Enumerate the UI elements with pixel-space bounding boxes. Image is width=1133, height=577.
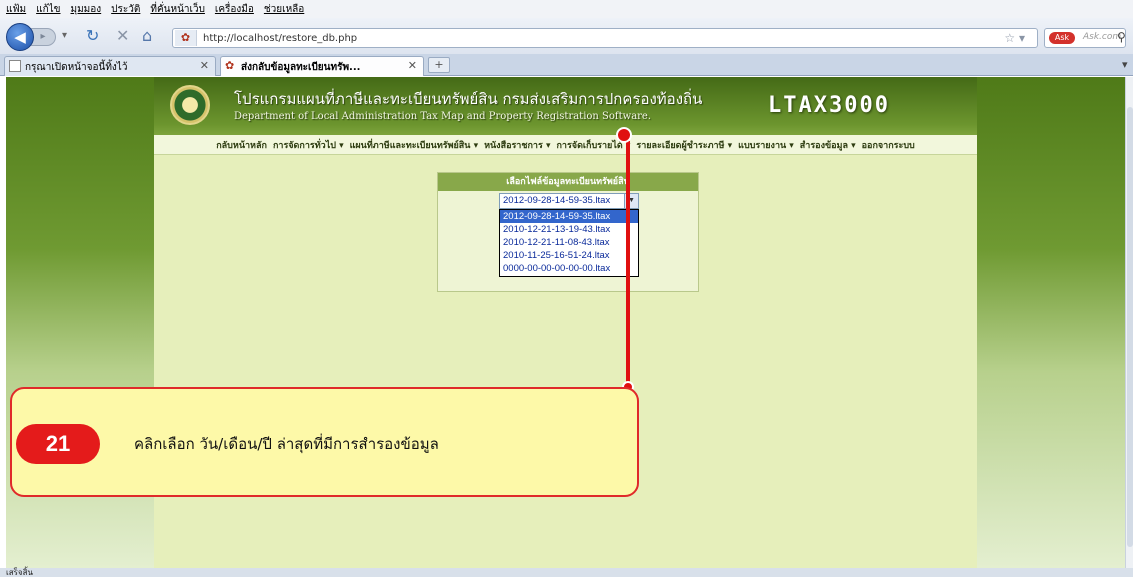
nav-logout[interactable]: ออกจากระบบ bbox=[862, 138, 915, 152]
scrollbar-thumb[interactable] bbox=[1127, 107, 1133, 547]
history-dropdown-icon[interactable]: ▾ bbox=[62, 27, 67, 45]
dropdown-option[interactable]: 2012-09-28-14-59-35.ltax bbox=[500, 210, 638, 223]
site-favicon-icon: ✿ bbox=[225, 59, 235, 72]
menu-tools[interactable]: เครื่องมือ bbox=[215, 2, 254, 17]
instruction-text: คลิกเลือก วัน/เดือน/ปี ล่าสุดที่มีการสำร… bbox=[134, 435, 439, 453]
tab-close-icon[interactable]: ✕ bbox=[200, 59, 209, 72]
menu-bookmarks[interactable]: ที่คั่นหน้าเว็บ bbox=[150, 2, 205, 17]
browser-navbar: ▸ ◀ ▾ ↻ ✕ ⌂ ✿ http://localhost/restore_d… bbox=[0, 18, 1133, 54]
tab-label: กรุณาเปิดหน้าจอนี้ทิ้งไว้ bbox=[25, 62, 128, 73]
site-favicon-icon: ✿ bbox=[175, 30, 197, 46]
page-background-right bbox=[977, 77, 1125, 568]
status-text: เสร็จสิ้น bbox=[6, 568, 33, 577]
search-placeholder: Ask.com bbox=[1083, 32, 1122, 42]
panel-title: เลือกไฟล์ข้อมูลทะเบียนทรัพย์สิน bbox=[438, 173, 698, 191]
site-navigation: กลับหน้าหลัก การจัดการทั่วไป ▾ แผนที่ภาษ… bbox=[154, 135, 977, 155]
search-input[interactable]: Ask Ask.com bbox=[1044, 28, 1126, 48]
nav-taxmap[interactable]: แผนที่ภาษีและทะเบียนทรัพย์สิน ▾ bbox=[350, 138, 478, 152]
menu-history[interactable]: ประวัติ bbox=[111, 2, 140, 17]
tab-label: ส่งกลับข้อมูลทะเบียนทรัพ... bbox=[241, 62, 361, 73]
tab-close-icon[interactable]: ✕ bbox=[408, 59, 417, 72]
status-bar: เสร็จสิ้น bbox=[0, 568, 1133, 577]
reload-icon[interactable]: ↻ bbox=[86, 27, 99, 45]
address-url: http://localhost/restore_db.php bbox=[203, 32, 358, 44]
banner-title-th: โปรแกรมแผนที่ภาษีและทะเบียนทรัพย์สิน กรม… bbox=[234, 90, 703, 108]
browser-menubar: แฟ้ม แก้ไข มุมมอง ประวัติ ที่คั่นหน้าเว็… bbox=[0, 0, 1133, 18]
stop-icon[interactable]: ✕ bbox=[116, 27, 129, 45]
annotation-pointer-line bbox=[626, 141, 630, 387]
annotation-pointer-dot bbox=[616, 127, 632, 143]
page-scrollbar[interactable] bbox=[1125, 77, 1133, 568]
menu-file[interactable]: แฟ้ม bbox=[6, 2, 26, 17]
step-number-badge: 21 bbox=[16, 424, 100, 464]
nav-documents[interactable]: หนังสือราชการ ▾ bbox=[484, 138, 550, 152]
brand-logo: LTAX3000 bbox=[768, 93, 890, 118]
department-seal-logo bbox=[170, 85, 210, 125]
tab-bar: กรุณาเปิดหน้าจอนี้ทิ้งไว้ ✕ ✿ ส่งกลับข้อ… bbox=[0, 54, 1133, 76]
backup-file-dropdown: 2012-09-28-14-59-35.ltax 2010-12-21-13-1… bbox=[499, 209, 639, 277]
bookmark-star-icon[interactable]: ☆ ▾ bbox=[1004, 31, 1025, 45]
dropdown-option[interactable]: 2010-12-21-11-08-43.ltax bbox=[500, 236, 638, 249]
banner-title-en: Department of Local Administration Tax M… bbox=[234, 111, 652, 122]
home-icon[interactable]: ⌂ bbox=[142, 27, 152, 45]
ask-logo-icon: Ask bbox=[1049, 32, 1075, 44]
search-go-icon[interactable]: ⚲ bbox=[1117, 30, 1126, 44]
page-icon bbox=[9, 60, 21, 72]
tab-restore-db[interactable]: ✿ ส่งกลับข้อมูลทะเบียนทรัพ... ✕ bbox=[220, 56, 424, 76]
new-tab-button[interactable]: + bbox=[428, 57, 450, 73]
nav-taxpayer[interactable]: รายละเอียดผู้ชำระภาษี ▾ bbox=[636, 138, 732, 152]
nav-reports[interactable]: แบบรายงาน ▾ bbox=[738, 138, 794, 152]
nav-general[interactable]: การจัดการทั่วไป ▾ bbox=[273, 138, 344, 152]
menu-help[interactable]: ช่วยเหลือ bbox=[264, 2, 304, 17]
nav-home[interactable]: กลับหน้าหลัก bbox=[216, 138, 267, 152]
menu-edit[interactable]: แก้ไข bbox=[36, 2, 60, 17]
nav-backup[interactable]: สำรองข้อมูล ▾ bbox=[800, 138, 856, 152]
select-value: 2012-09-28-14-59-35.ltax bbox=[503, 195, 611, 206]
tab-keep-open[interactable]: กรุณาเปิดหน้าจอนี้ทิ้งไว้ ✕ bbox=[4, 56, 216, 76]
address-bar[interactable]: ✿ http://localhost/restore_db.php ☆ ▾ bbox=[172, 28, 1038, 48]
tab-list-icon[interactable]: ▾ bbox=[1122, 58, 1128, 71]
menu-view[interactable]: มุมมอง bbox=[71, 2, 102, 17]
restore-file-panel: เลือกไฟล์ข้อมูลทะเบียนทรัพย์สิน 2012-09-… bbox=[437, 172, 699, 292]
back-button[interactable]: ◀ bbox=[6, 23, 34, 51]
dropdown-option[interactable]: 2010-12-21-13-19-43.ltax bbox=[500, 223, 638, 236]
backup-file-select[interactable]: 2012-09-28-14-59-35.ltax ▼ bbox=[499, 193, 639, 209]
dropdown-option[interactable]: 0000-00-00-00-00-00.ltax bbox=[500, 262, 638, 275]
dropdown-option[interactable]: 2010-11-25-16-51-24.ltax bbox=[500, 249, 638, 262]
